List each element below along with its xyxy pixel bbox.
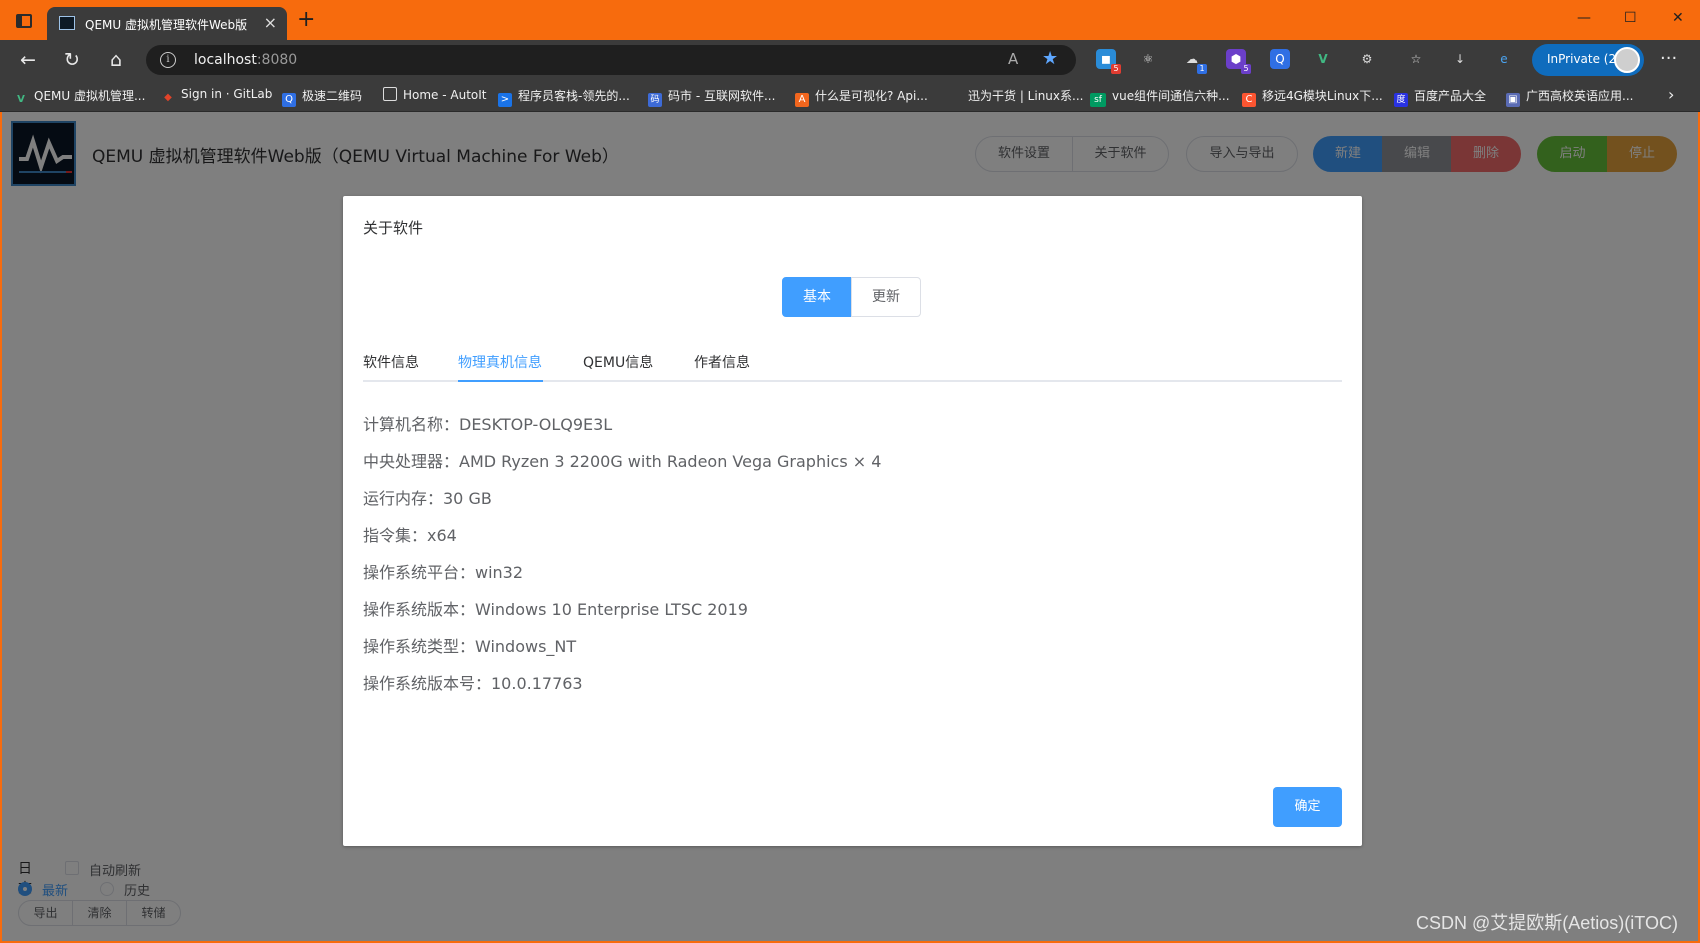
- tab-close-icon[interactable]: ×: [264, 13, 277, 32]
- bookmark-item[interactable]: > 程序员客栈-领先的...: [498, 87, 630, 107]
- cpu-line: 中央处理器：AMD Ryzen 3 2200G with Radeon Vega…: [363, 452, 882, 471]
- segment-update-button[interactable]: 更新: [851, 277, 921, 317]
- os-platform-line: 操作系统平台：win32: [363, 563, 524, 582]
- page-icon: [383, 87, 397, 101]
- os-type-line: 操作系统类型：Windows_NT: [363, 637, 577, 656]
- reload-icon[interactable]: ↻: [60, 48, 84, 72]
- app-favicon-icon: [59, 16, 75, 30]
- bookmarks-bar: V QEMU 虚拟机管理... ◆ Sign in · GitLab Q 极速二维码 …: [0, 80, 1700, 112]
- bookmark-label: 广西高校英语应用...: [1526, 89, 1634, 103]
- minimize-button[interactable]: —: [1577, 10, 1591, 26]
- confirm-button[interactable]: 确定: [1273, 787, 1342, 827]
- url-port: :8080: [256, 52, 298, 68]
- extension-icon[interactable]: ☁ 1: [1182, 49, 1207, 74]
- qr-extension-icon[interactable]: Q: [1270, 49, 1290, 69]
- vue-logo-icon: V: [17, 94, 25, 105]
- tab-actions-icon[interactable]: [16, 14, 32, 28]
- bookmark-label: 什么是可视化? Api...: [815, 89, 928, 103]
- address-bar[interactable]: i localhost:8080 A ★: [146, 45, 1076, 75]
- tab-qemu-info[interactable]: QEMU信息: [583, 352, 653, 372]
- bookmark-label: QEMU 虚拟机管理...: [34, 89, 146, 103]
- browser-tab[interactable]: QEMU 虚拟机管理软件Web版（QEMU Virtual Machine Fo…: [47, 7, 287, 40]
- bookmark-item[interactable]: 迅为干货 | Linux系...: [968, 87, 1083, 104]
- close-window-button[interactable]: ✕: [1672, 10, 1684, 26]
- app-page: QEMU 虚拟机管理软件Web版（QEMU Virtual Machine Fo…: [0, 112, 1700, 943]
- vue-devtools-icon[interactable]: V: [1313, 49, 1333, 69]
- bookmark-item[interactable]: V QEMU 虚拟机管理...: [14, 87, 145, 107]
- os-version-line: 操作系统版本：Windows 10 Enterprise LTSC 2019: [363, 600, 748, 619]
- about-dialog: 关于软件 基本 更新 软件信息 物理真机信息 QEMU信息 作者信息 计算机名称…: [343, 196, 1362, 846]
- csdn-icon: C: [1242, 93, 1256, 107]
- os-release-line: 操作系统版本号：10.0.17763: [363, 674, 583, 693]
- bookmark-item[interactable]: sf vue组件间通信六种...: [1090, 87, 1230, 107]
- url-host: localhost: [194, 52, 257, 68]
- apifox-icon: A: [795, 93, 809, 107]
- active-tab-indicator: [458, 380, 543, 382]
- bookmark-label: vue组件间通信六种...: [1112, 89, 1230, 103]
- bookmark-label: 码市 - 互联网软件...: [668, 89, 776, 103]
- inprivate-label: InPrivate (2): [1547, 52, 1621, 66]
- browser-toolbar: ← ↻ ⌂ i localhost:8080 A ★ ◼ 5 ⚛ ☁ 1 ⬢ 5 Q …: [0, 40, 1700, 80]
- read-aloud-icon[interactable]: A: [1008, 50, 1018, 68]
- favorite-star-icon[interactable]: ★: [1042, 48, 1058, 69]
- new-tab-button[interactable]: +: [297, 9, 315, 31]
- segment-basic-button[interactable]: 基本: [782, 277, 852, 317]
- about-segment-control: 基本 更新: [782, 277, 921, 317]
- bookmark-item[interactable]: Q 极速二维码: [282, 87, 362, 107]
- bookmark-item[interactable]: 码码市 - 互联网软件...: [648, 87, 775, 107]
- inprivate-button[interactable]: InPrivate (2): [1532, 44, 1644, 76]
- computer-name-line: 计算机名称：DESKTOP-OLQ9E3L: [363, 415, 613, 434]
- bookmark-item[interactable]: ▣ 广西高校英语应用...: [1506, 87, 1633, 107]
- extension-puzzle-icon[interactable]: ◼ 5: [1096, 49, 1121, 74]
- dialog-title: 关于软件: [363, 219, 424, 237]
- bookmark-label: 程序员客栈-领先的...: [518, 89, 630, 103]
- bookmark-label: Home - AutoIt: [403, 88, 487, 102]
- terminal-icon: >: [498, 93, 512, 107]
- memory-line: 运行内存：30 GB: [363, 489, 492, 508]
- favorites-icon[interactable]: ☆: [1406, 49, 1426, 69]
- tab-title: QEMU 虚拟机管理软件Web版（QEMU Virtual Machine Fo…: [85, 18, 255, 32]
- avatar: [1614, 47, 1640, 73]
- extension-purple-icon[interactable]: ⬢ 5: [1226, 49, 1251, 74]
- bookmark-item[interactable]: C 移远4G模块Linux下...: [1242, 87, 1383, 107]
- url-text: localhost:8080: [194, 52, 297, 68]
- extensions-menu-icon[interactable]: ⚙: [1357, 49, 1377, 69]
- bookmark-item[interactable]: A 什么是可视化? Api...: [795, 87, 928, 107]
- bookmark-item[interactable]: Home - AutoIt: [383, 87, 487, 102]
- home-icon[interactable]: ⌂: [104, 48, 128, 72]
- tab-software-info[interactable]: 软件信息: [363, 352, 419, 372]
- downloads-icon[interactable]: ↓: [1450, 49, 1470, 69]
- bookmark-label: 迅为干货 | Linux系...: [968, 89, 1084, 103]
- bookmark-item[interactable]: ◆ Sign in · GitLab: [161, 87, 272, 105]
- tab-author-info[interactable]: 作者信息: [694, 352, 750, 372]
- more-menu-icon[interactable]: ···: [1660, 48, 1677, 69]
- react-devtools-icon[interactable]: ⚛: [1138, 49, 1158, 69]
- back-arrow-icon[interactable]: ←: [16, 48, 40, 72]
- about-tabs: 软件信息 物理真机信息 QEMU信息 作者信息: [363, 342, 1342, 382]
- watermark: CSDN @艾提欧斯(Aetios)(iTOC): [1416, 913, 1678, 933]
- bookmark-label: Sign in · GitLab: [181, 87, 273, 101]
- school-icon: ▣: [1506, 93, 1520, 107]
- site-info-icon[interactable]: i: [160, 52, 176, 68]
- arch-line: 指令集：x64: [363, 526, 457, 545]
- tab-host-info[interactable]: 物理真机信息: [458, 352, 542, 372]
- maximize-button[interactable]: ☐: [1624, 10, 1637, 26]
- browser-titlebar: QEMU 虚拟机管理软件Web版（QEMU Virtual Machine Fo…: [0, 0, 1700, 40]
- segmentfault-icon: sf: [1090, 93, 1106, 107]
- coding-icon: 码: [648, 93, 662, 107]
- bookmark-item[interactable]: 度百度产品大全: [1394, 87, 1486, 107]
- edge-icon[interactable]: e: [1494, 49, 1514, 69]
- bookmarks-overflow-icon[interactable]: ›: [1668, 85, 1674, 104]
- bookmark-label: 百度产品大全: [1414, 89, 1487, 103]
- qr-app-icon: Q: [282, 93, 296, 107]
- bookmark-label: 极速二维码: [302, 89, 363, 103]
- baidu-icon: 度: [1394, 93, 1408, 107]
- bookmark-label: 移远4G模块Linux下...: [1262, 89, 1383, 103]
- gitlab-icon: ◆: [164, 92, 172, 103]
